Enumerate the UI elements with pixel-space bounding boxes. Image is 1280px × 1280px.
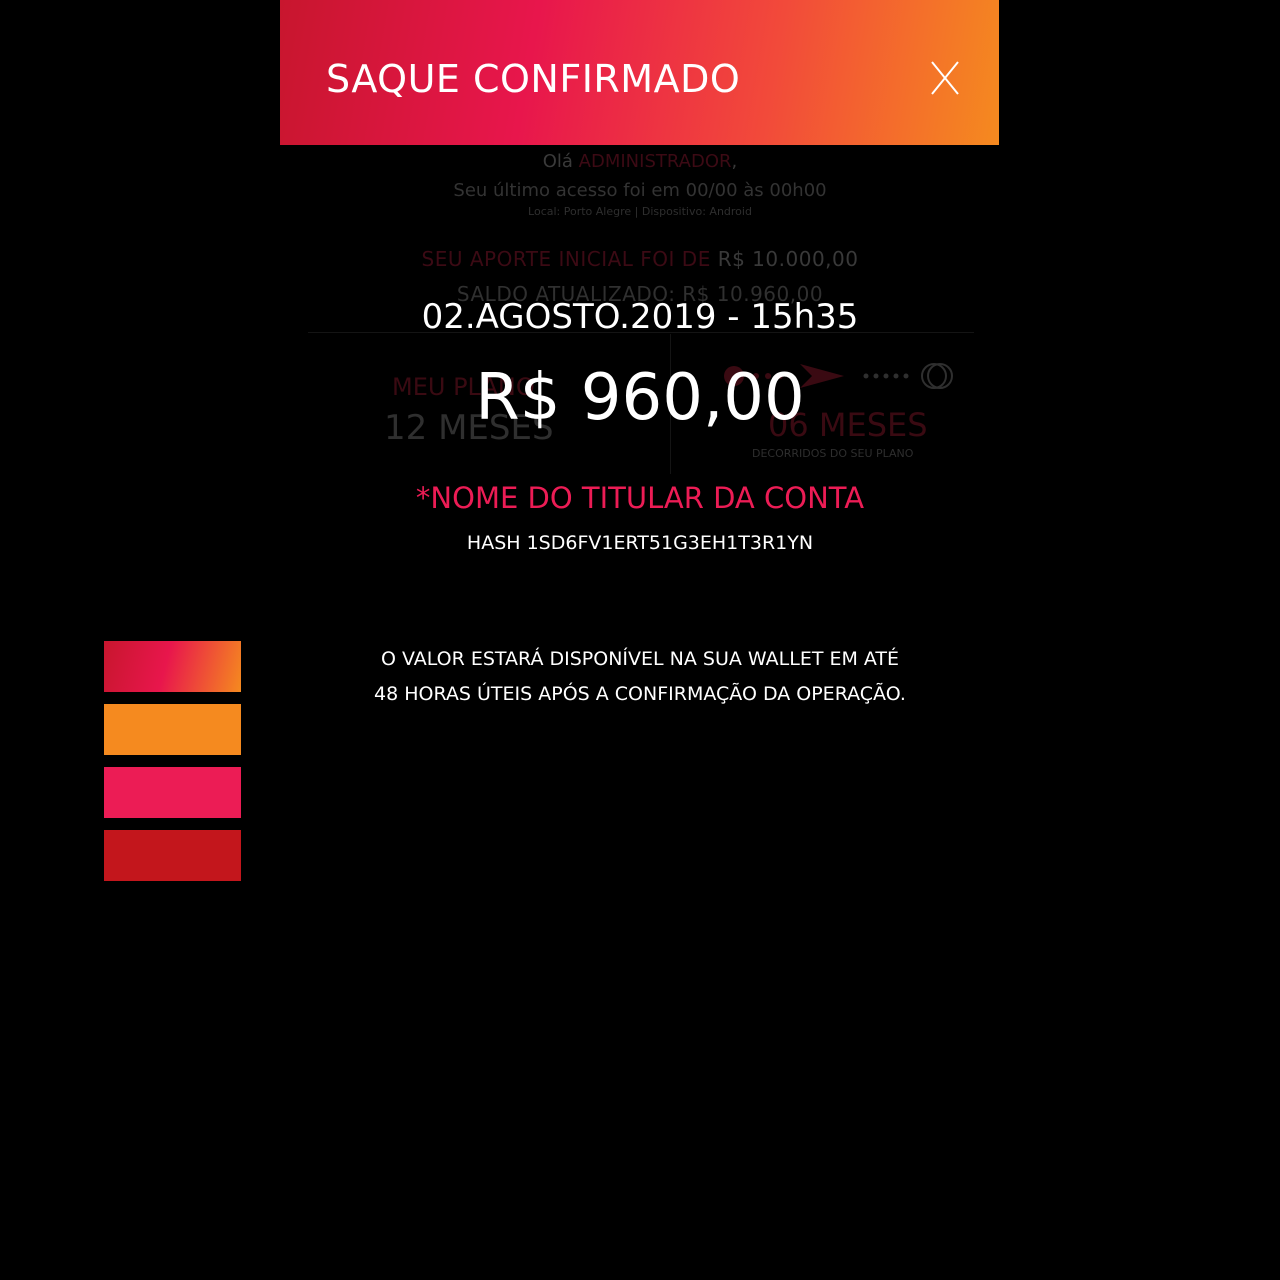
elapsed-label: DECORRIDOS DO SEU PLANO (752, 447, 914, 460)
withdrawal-amount: R$ 960,00 (475, 361, 805, 435)
transaction-hash: HASH 1SD6FV1ERT51G3EH1T3R1YN (466, 532, 814, 554)
notice-line-1: O VALOR ESTARÁ DISPONÍVEL NA SUA WALLET … (380, 648, 900, 670)
account-holder-name: *NOME DO TITULAR DA CONTA (415, 481, 865, 515)
initial-contribution: SEU APORTE INICIAL FOI DE R$ 10.000,00 (280, 247, 1000, 271)
initial-contribution-value: R$ 10.000,00 (717, 247, 859, 271)
initial-contribution-label: SEU APORTE INICIAL FOI DE (421, 247, 711, 271)
swatch-pink (104, 767, 241, 818)
last-access-text: Seu último acesso foi em 00/00 às 00h00 (453, 180, 827, 201)
swatch-red (104, 830, 241, 881)
greeting-prefix: Olá (542, 151, 573, 172)
background-dashboard: Olá ADMINISTRADOR, Seu último acesso foi… (0, 0, 1280, 1280)
close-button[interactable] (928, 58, 962, 98)
greeting-user-name: ADMINISTRADOR (578, 151, 732, 172)
close-icon (931, 61, 959, 95)
withdrawal-datetime: 02.AGOSTO.2019 - 15h35 (421, 297, 859, 337)
availability-notice: O VALOR ESTARÁ DISPONÍVEL NA SUA WALLET … (280, 642, 1000, 712)
notice-line-2: 48 HORAS ÚTEIS APÓS A CONFIRMAÇÃO DA OPE… (374, 683, 906, 705)
swatch-gradient (104, 641, 241, 692)
greeting: Olá ADMINISTRADOR, (280, 151, 1000, 172)
screen: Olá ADMINISTRADOR, Seu último acesso foi… (0, 0, 1280, 1280)
swatch-orange (104, 704, 241, 755)
modal-title: SAQUE CONFIRMADO (326, 57, 741, 101)
greeting-suffix: , (731, 151, 738, 172)
location-device-text: Local: Porto Alegre | Dispositivo: Andro… (528, 205, 752, 218)
modal-header: SAQUE CONFIRMADO (280, 0, 999, 145)
